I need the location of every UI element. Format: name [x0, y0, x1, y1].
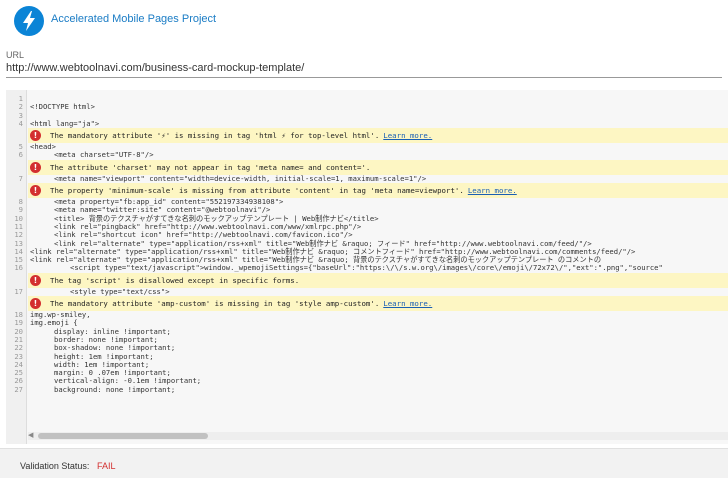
validation-status-label: Validation Status: — [20, 461, 90, 471]
learn-more-link[interactable]: Learn more. — [383, 299, 432, 308]
code-line: 6 <meta charset="UTF-8"/> — [6, 150, 728, 160]
code-text: background: none !important; — [54, 384, 176, 394]
code-line: 18 img.wp-smiley, — [6, 310, 728, 319]
error-text: The property 'minimum-scale' is missing … — [50, 186, 464, 196]
line-number: 27 — [14, 384, 23, 394]
validation-error-row: ! The property 'minimum-scale' is missing… — [28, 183, 728, 199]
line-number: 17 — [14, 286, 23, 296]
line-number: 6 — [18, 150, 23, 160]
error-text: The tag 'script' is disallowed except in… — [50, 275, 300, 285]
error-message: The tag 'script' is disallowed except in… — [50, 276, 299, 285]
code-text: <script type="text/javascript">window._w… — [70, 263, 663, 273]
code-line: 17 <style type="text/css"> — [6, 286, 728, 296]
code-line: 2 <!DOCTYPE html> — [6, 102, 728, 112]
line-number: 7 — [18, 173, 23, 183]
lightning-bolt-icon[interactable] — [14, 6, 44, 36]
validation-footer: Validation Status: FAIL — [0, 448, 728, 478]
error-message: The mandatory attribute 'amp-custom' is … — [50, 299, 432, 308]
horizontal-scrollbar[interactable]: ◀ — [28, 432, 728, 440]
code-line: 27 background: none !important; — [6, 384, 728, 394]
code-line: 7 <meta name="viewport" content="width=de… — [6, 173, 728, 183]
exclamation-circle-icon: ! — [30, 274, 41, 286]
scroll-left-icon[interactable]: ◀ — [28, 432, 33, 440]
error-message: The attribute 'charset' may not appear i… — [50, 163, 370, 172]
page-title: Accelerated Mobile Pages Project — [51, 13, 217, 25]
scrollbar-thumb[interactable] — [38, 433, 208, 439]
line-number: 16 — [14, 263, 23, 273]
code-text: <!DOCTYPE html> — [30, 102, 95, 112]
error-text: The attribute 'charset' may not appear i… — [50, 162, 371, 172]
code-text: <html lang="ja"> — [30, 118, 100, 128]
line-number: 4 — [18, 118, 23, 128]
exclamation-circle-icon: ! — [30, 130, 41, 142]
code-text: <head> — [30, 142, 56, 152]
code-text: <meta name="viewport" content="width=dev… — [54, 173, 427, 183]
url-label: URL — [6, 50, 25, 60]
exclamation-circle-icon: ! — [30, 298, 41, 310]
validation-error-row: ! The tag 'script' is disallowed except i… — [28, 272, 728, 288]
code-text: <style type="text/css"> — [70, 286, 170, 296]
code-line: 4 <html lang="ja"> — [6, 118, 728, 128]
validation-error-row: ! The attribute 'charset' may not appear … — [28, 159, 728, 175]
exclamation-circle-icon: ! — [30, 161, 41, 173]
error-message: The mandatory attribute '⚡' is missing i… — [50, 131, 432, 140]
code-lines: 1 2 <!DOCTYPE html> 3 4 <html lang="ja">! The … — [6, 94, 728, 394]
error-message: The property 'minimum-scale' is missing … — [50, 186, 517, 195]
learn-more-link[interactable]: Learn more. — [383, 131, 432, 140]
code-text: <meta charset="UTF-8"/> — [54, 150, 154, 160]
error-text: The mandatory attribute '⚡' is missing i… — [50, 131, 380, 141]
validation-status-value: FAIL — [97, 461, 116, 471]
code-line: 3 — [6, 111, 728, 120]
source-code-viewer[interactable]: 1 2 <!DOCTYPE html> 3 4 <html lang="ja">! The … — [6, 90, 728, 444]
error-text: The mandatory attribute 'amp-custom' is … — [50, 299, 380, 309]
validation-error-row: ! The mandatory attribute 'amp-custom' is… — [28, 296, 728, 312]
code-line: 16 <script type="text/javascript">window.… — [6, 263, 728, 273]
code-line: 1 — [6, 94, 728, 103]
url-input[interactable]: http://www.webtoolnavi.com/business-card… — [6, 62, 722, 78]
app-header: Accelerated Mobile Pages Project — [0, 0, 728, 42]
exclamation-circle-icon: ! — [30, 185, 41, 197]
learn-more-link[interactable]: Learn more. — [468, 186, 517, 195]
validation-error-row: ! The mandatory attribute '⚡' is missing … — [28, 128, 728, 144]
